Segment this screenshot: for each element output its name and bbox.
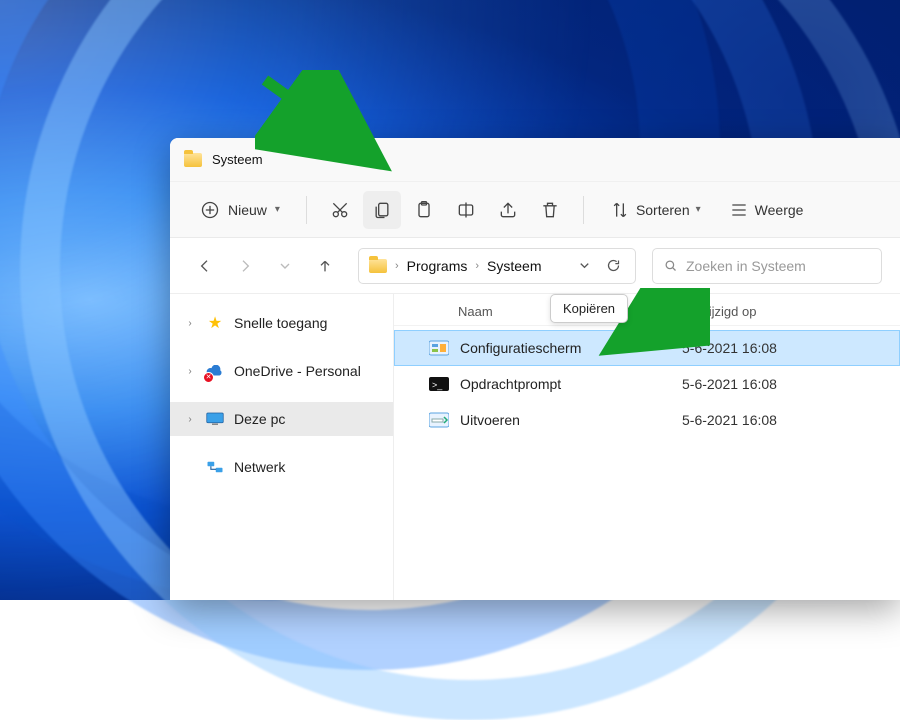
- star-icon: ★: [206, 314, 224, 332]
- delete-button[interactable]: [531, 191, 569, 229]
- share-button[interactable]: [489, 191, 527, 229]
- arrow-right-icon: [237, 258, 253, 274]
- cut-button[interactable]: [321, 191, 359, 229]
- trash-icon: [540, 200, 560, 220]
- file-modified: 5-6-2021 16:08: [682, 376, 882, 392]
- file-row[interactable]: Configuratiescherm 5-6-2021 16:08: [394, 330, 900, 366]
- sort-label: Sorteren: [636, 202, 690, 218]
- explorer-window: Systeem Kopiëren Nieuw ▾: [170, 138, 900, 600]
- chevron-down-icon: ▾: [275, 204, 280, 215]
- copy-icon: [372, 200, 392, 220]
- clipboard-icon: [414, 200, 434, 220]
- column-headers[interactable]: Naam ▴ Gewijzigd op: [394, 294, 900, 326]
- separator: [583, 196, 584, 224]
- file-name: Uitvoeren: [460, 412, 672, 428]
- chevron-down-icon: [277, 258, 293, 274]
- sort-icon: [610, 200, 630, 220]
- file-row[interactable]: >_ Opdrachtprompt 5-6-2021 16:08: [394, 366, 900, 402]
- monitor-icon: [206, 410, 224, 428]
- expand-icon[interactable]: ›: [184, 366, 196, 377]
- sidebar-item-onedrive[interactable]: › OneDrive - Personal: [170, 354, 393, 388]
- file-name: Configuratiescherm: [460, 340, 672, 356]
- expand-icon[interactable]: ›: [184, 414, 196, 425]
- toolbar: Nieuw ▾ Sorteren ▾ Weerge: [170, 182, 900, 238]
- expand-icon[interactable]: ›: [184, 318, 196, 329]
- sidebar-item-this-pc[interactable]: › Deze pc: [170, 402, 393, 436]
- rename-icon: [456, 200, 476, 220]
- folder-icon: [369, 259, 387, 273]
- sidebar-item-label: Netwerk: [234, 459, 285, 475]
- separator: [306, 196, 307, 224]
- file-pane: Naam ▴ Gewijzigd op Configuratiescherm 5…: [394, 294, 900, 600]
- chevron-down-icon: ▾: [696, 204, 701, 215]
- rename-button[interactable]: [447, 191, 485, 229]
- breadcrumb[interactable]: Systeem: [483, 256, 545, 276]
- cmd-icon: >_: [428, 374, 450, 394]
- svg-text:>_: >_: [432, 380, 443, 390]
- refresh-icon[interactable]: [606, 258, 621, 273]
- forward-button[interactable]: [228, 249, 262, 283]
- file-modified: 5-6-2021 16:08: [682, 412, 882, 428]
- plus-circle-icon: [200, 200, 220, 220]
- control-panel-icon: [428, 338, 450, 358]
- sidebar: › ★ Snelle toegang › OneDrive - Personal…: [170, 294, 394, 600]
- sidebar-item-label: Snelle toegang: [234, 315, 327, 331]
- arrow-up-icon: [317, 258, 333, 274]
- file-modified: 5-6-2021 16:08: [682, 340, 882, 356]
- error-badge-icon: [203, 372, 214, 383]
- sort-button[interactable]: Sorteren ▾: [598, 191, 713, 229]
- paste-button[interactable]: [405, 191, 443, 229]
- back-button[interactable]: [188, 249, 222, 283]
- folder-icon: [184, 153, 202, 167]
- cloud-icon: [206, 362, 224, 380]
- titlebar[interactable]: Systeem: [170, 138, 900, 182]
- column-name[interactable]: Naam: [458, 304, 493, 319]
- address-bar[interactable]: › Programs › Systeem: [358, 248, 636, 284]
- breadcrumb[interactable]: Programs: [403, 256, 472, 276]
- run-icon: [428, 410, 450, 430]
- file-name: Opdrachtprompt: [460, 376, 672, 392]
- view-button[interactable]: Weerge: [717, 191, 816, 229]
- chevron-right-icon: ›: [395, 260, 399, 272]
- copy-button[interactable]: [363, 191, 401, 229]
- tooltip-copy: Kopiëren: [550, 294, 628, 323]
- up-button[interactable]: [308, 249, 342, 283]
- new-label: Nieuw: [228, 202, 267, 218]
- network-icon: [206, 458, 224, 476]
- window-title: Systeem: [212, 152, 263, 167]
- sidebar-item-network[interactable]: › Netwerk: [170, 450, 393, 484]
- share-icon: [498, 200, 518, 220]
- new-button[interactable]: Nieuw ▾: [188, 191, 292, 229]
- chevron-down-icon[interactable]: [577, 258, 592, 273]
- chevron-right-icon: ›: [475, 260, 479, 272]
- file-row[interactable]: Uitvoeren 5-6-2021 16:08: [394, 402, 900, 438]
- scissors-icon: [330, 200, 350, 220]
- navigation-row: › Programs › Systeem: [170, 238, 900, 294]
- sidebar-item-quick-access[interactable]: › ★ Snelle toegang: [170, 306, 393, 340]
- sidebar-item-label: OneDrive - Personal: [234, 363, 361, 379]
- search-icon: [663, 258, 678, 273]
- sidebar-item-label: Deze pc: [234, 411, 285, 427]
- view-icon: [729, 200, 749, 220]
- column-modified[interactable]: Gewijzigd op: [682, 304, 882, 319]
- search-input[interactable]: [686, 258, 871, 274]
- view-label: Weerge: [755, 202, 804, 218]
- arrow-left-icon: [197, 258, 213, 274]
- history-dropdown[interactable]: [268, 249, 302, 283]
- search-box[interactable]: [652, 248, 882, 284]
